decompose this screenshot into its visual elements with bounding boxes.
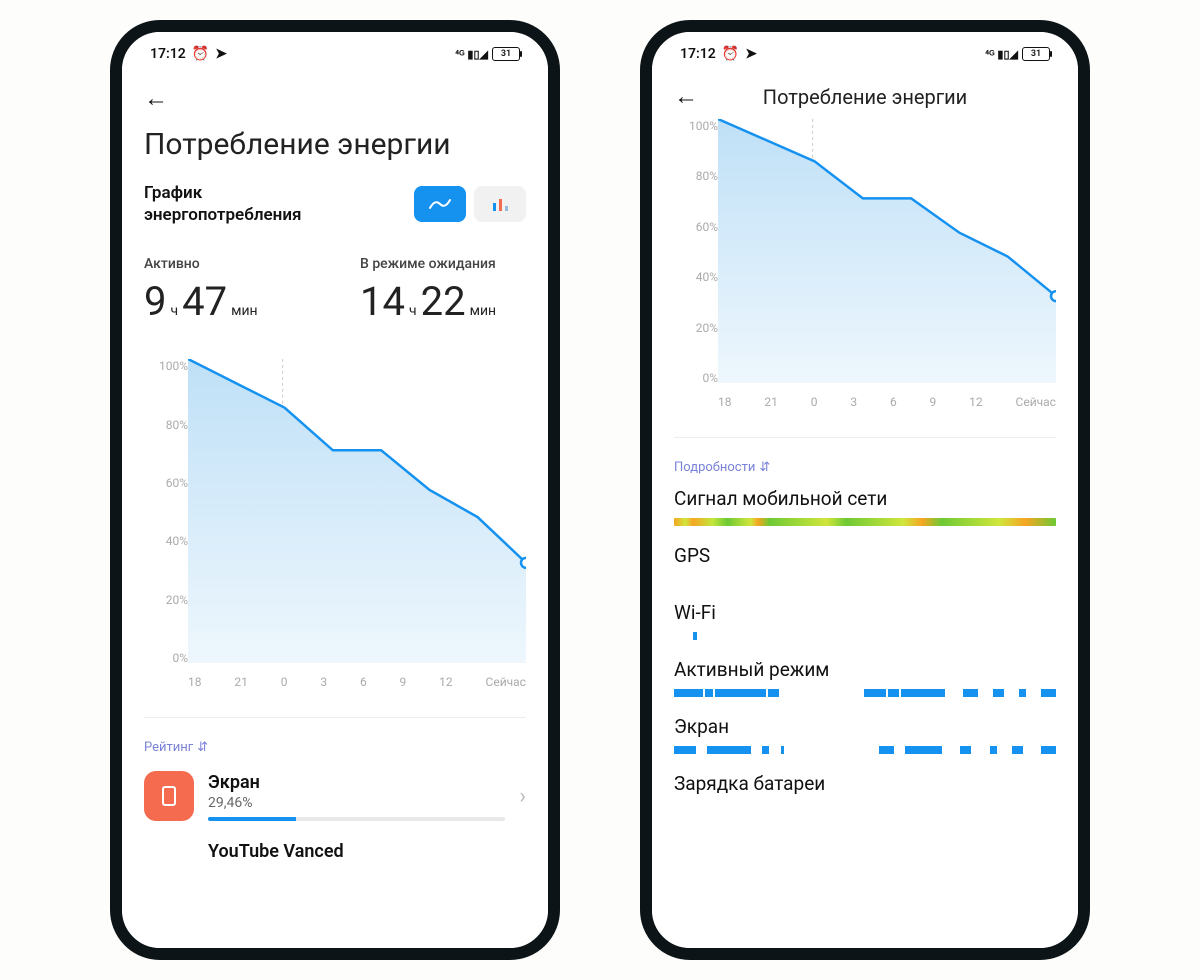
chart-x-axis: 1821036912Сейчас	[188, 675, 526, 699]
back-button[interactable]: ←	[674, 82, 698, 111]
rank-item-youtube[interactable]: YouTube Vanced	[144, 837, 526, 878]
network-icon: ⁴ᴳ ▮▯◢	[455, 48, 488, 61]
rank-name: Экран	[208, 772, 505, 793]
active-strip	[674, 689, 1056, 697]
sort-icon: ⇵	[759, 460, 770, 475]
battery-icon: 31	[1022, 47, 1050, 61]
sort-icon: ⇵	[197, 740, 208, 755]
network-icon: ⁴ᴳ ▮▯◢	[985, 48, 1018, 61]
chart-x-axis: 1821036912Сейчас	[718, 395, 1056, 419]
send-icon: ➤	[215, 46, 227, 62]
chart-svg	[188, 359, 526, 663]
back-button[interactable]: ←	[144, 84, 168, 112]
send-icon: ➤	[745, 46, 757, 62]
screen-right: 17:12 ⏰ ➤ ⁴ᴳ ▮▯◢ 31 ← Потребление энерги…	[652, 32, 1078, 948]
chevron-right-icon: ›	[519, 784, 526, 809]
rank-item-screen[interactable]: Экран 29,46% ›	[144, 755, 526, 837]
graph-label: График энергопотребления	[144, 182, 344, 226]
active-value: 9ч47мин	[144, 278, 310, 325]
chart-svg	[718, 119, 1056, 383]
page-title: Потребление энергии	[710, 85, 1020, 109]
battery-icon: 31	[492, 47, 520, 61]
page-title: Потребление энергии	[144, 121, 526, 182]
alarm-icon: ⏰	[722, 46, 739, 62]
wifi-strip	[674, 632, 1056, 640]
chart-y-axis: 100%80%60%40%20%0%	[674, 119, 718, 385]
divider	[144, 717, 526, 718]
toggle-line-view[interactable]	[414, 186, 466, 222]
status-time: 17:12	[150, 46, 186, 62]
details-header[interactable]: Подробности ⇵	[674, 460, 770, 475]
detail-charging[interactable]: Зарядка батареи	[674, 760, 1056, 809]
divider	[674, 437, 1056, 438]
battery-chart: 100%80%60%40%20%0% 1821036912Сейчас	[674, 119, 1056, 419]
statusbar: 17:12 ⏰ ➤ ⁴ᴳ ▮▯◢ 31	[674, 42, 1056, 72]
ranking-header[interactable]: Рейтинг ⇵	[144, 740, 208, 755]
detail-active[interactable]: Активный режим	[674, 646, 1056, 703]
rank-pct: 29,46%	[208, 795, 505, 811]
detail-wifi[interactable]: Wi-Fi	[674, 589, 1056, 646]
toggle-bar-view[interactable]	[474, 186, 526, 222]
detail-signal[interactable]: Сигнал мобильной сети	[674, 475, 1056, 532]
signal-strip	[674, 518, 1056, 526]
standby-label: В режиме ожидания	[360, 256, 526, 272]
statusbar: 17:12 ⏰ ➤ ⁴ᴳ ▮▯◢ 31	[144, 42, 526, 72]
rank-bar	[208, 817, 505, 821]
active-label: Активно	[144, 256, 310, 272]
detail-screen[interactable]: Экран	[674, 703, 1056, 760]
detail-gps[interactable]: GPS	[674, 532, 1056, 589]
chart-y-axis: 100%80%60%40%20%0%	[144, 359, 188, 665]
battery-chart: 100%80%60%40%20%0% 1821036912Сейчас	[144, 359, 526, 699]
status-time: 17:12	[680, 46, 716, 62]
standby-value: 14ч22мин	[360, 278, 526, 325]
phone-right: 17:12 ⏰ ➤ ⁴ᴳ ▮▯◢ 31 ← Потребление энерги…	[640, 20, 1090, 960]
phone-left: 17:12 ⏰ ➤ ⁴ᴳ ▮▯◢ 31 ← Потребление энерги…	[110, 20, 560, 960]
screen-app-icon	[144, 771, 194, 821]
gps-strip	[674, 575, 1056, 583]
screen-strip	[674, 746, 1056, 754]
screen-left: 17:12 ⏰ ➤ ⁴ᴳ ▮▯◢ 31 ← Потребление энерги…	[122, 32, 548, 948]
alarm-icon: ⏰	[192, 46, 209, 62]
